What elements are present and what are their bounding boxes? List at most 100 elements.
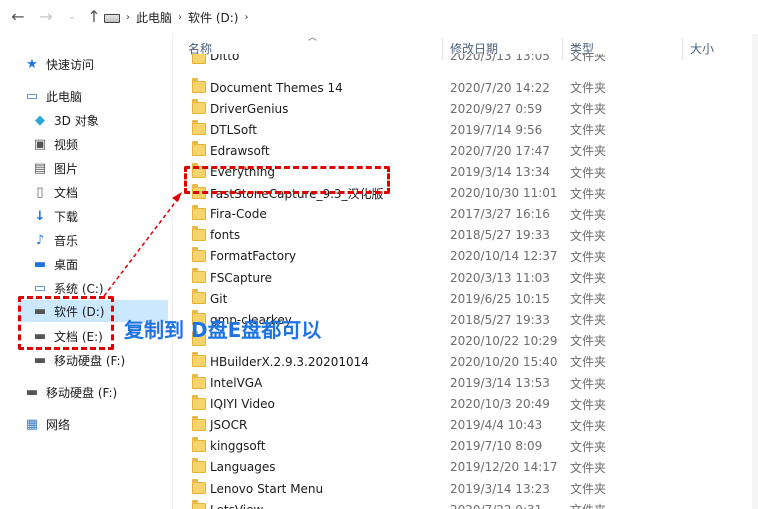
forward-arrow-icon[interactable]: → [36,6,56,26]
file-name: Ditto [210,54,240,63]
vertical-scrollbar[interactable] [752,34,758,509]
file-name: DriverGenius [210,101,289,116]
nav-label: 文档 [54,185,79,200]
file-type: 文件夹 [570,334,607,349]
table-row[interactable]: FSCapture 2020/3/13 11:03 文件夹 [176,267,758,288]
nav-removable-f-sub[interactable]: ▬ 移动硬盘 (F:) [32,349,125,371]
file-date: 2020/10/30 11:01 [450,186,558,201]
file-date: 2020/10/3 20:49 [450,397,550,412]
picture-icon: ▤ [33,160,47,176]
file-date: 2020/10/20 15:40 [450,354,558,369]
file-type: 文件夹 [570,482,607,496]
file-type: 文件夹 [570,292,607,307]
table-row[interactable]: kinggsoft 2019/7/10 8:09 文件夹 [176,436,758,457]
pane-divider[interactable] [172,34,173,509]
highlight-box-faststone [184,166,390,194]
file-name: DTLSoft [210,122,257,137]
nav-downloads[interactable]: ↓ 下载 [32,205,78,227]
nav-label: 音乐 [54,233,79,248]
nav-label: 视频 [54,137,79,152]
cube-icon: ◆ [35,112,45,128]
table-row[interactable]: fonts 2018/5/27 19:33 文件夹 [176,225,758,246]
file-date: 2019/3/14 13:23 [450,481,550,496]
file-name: FormatFactory [210,249,297,264]
drive-icon: ▬ [33,352,47,368]
back-arrow-icon[interactable]: ← [8,6,28,26]
breadcrumb-this-pc[interactable]: 此电脑 [136,9,172,26]
nav-quick-access[interactable]: ★ 快速访问 [24,53,94,75]
nav-video[interactable]: ▣ 视频 [32,133,78,155]
file-type: 文件夹 [570,81,607,96]
windows-drive-icon: ▭ [33,280,47,296]
nav-removable-f[interactable]: ▬ 移动硬盘 (F:) [24,381,117,403]
table-row[interactable]: Edrawsoft 2020/7/20 17:47 文件夹 [176,140,758,161]
table-row[interactable]: Git 2019/6/25 10:15 文件夹 [176,288,758,309]
file-date: 2020/9/27 0:59 [450,101,543,116]
folder-icon [192,289,206,305]
file-date: 2020/10/22 10:29 [450,333,558,348]
nav-this-pc[interactable]: ▭ 此电脑 [24,85,82,107]
folder-icon [192,500,206,509]
up-arrow-icon[interactable]: ↑ [84,6,104,26]
nav-label: 3D 对象 [54,113,99,128]
file-list: 名称 ︿ 修改日期 类型 大小 Ditto 2020/3/13 13:05 文件夹 D… [176,33,758,509]
nav-desktop[interactable]: ▬ 桌面 [32,253,78,275]
file-name: kinggsoft [210,439,266,454]
file-name: LetsView [210,499,263,509]
table-row[interactable]: IQIYI Video 2020/10/3 20:49 文件夹 [176,394,758,415]
table-row[interactable]: LetsView 2020/7/22 9:31 文件夹 [176,499,758,509]
table-row[interactable]: JSOCR 2019/4/4 10:43 文件夹 [176,415,758,436]
chevron-right-icon[interactable]: › [126,12,130,23]
nav-documents[interactable]: ▯ 文档 [32,181,78,203]
file-type: 文件夹 [570,123,607,138]
file-date: 2018/5/27 19:33 [450,228,550,243]
folder-icon [192,78,206,94]
folder-icon [192,141,206,157]
breadcrumb-drive-d[interactable]: 软件 (D:) [188,9,238,26]
highlight-box-drives [18,296,114,350]
table-row[interactable]: FormatFactory 2020/10/14 12:37 文件夹 [176,246,758,267]
file-name: IntelVGA [210,376,263,390]
file-date: 2019/6/25 10:15 [450,291,550,306]
table-row[interactable]: Document Themes 14 2020/7/20 14:22 文件夹 [176,77,758,98]
nav-label: 桌面 [54,257,79,272]
file-date: 2020/10/14 12:37 [450,249,558,264]
nav-3d-objects[interactable]: ◆ 3D 对象 [32,109,99,131]
nav-music[interactable]: ♪ 音乐 [32,229,78,251]
table-row[interactable]: Languages 2019/12/20 14:17 文件夹 [176,457,758,478]
file-type: 文件夹 [570,271,607,285]
table-row[interactable]: Fira-Code 2017/3/27 16:16 文件夹 [176,204,758,225]
table-row[interactable]: HBuilderX.2.9.3.20201014 2020/10/20 15:40… [176,351,758,372]
nav-label: 移动硬盘 (F:) [46,385,118,400]
chevron-right-icon[interactable]: › [244,12,248,23]
table-row[interactable]: Ditto 2020/3/13 13:05 文件夹 [176,54,758,68]
nav-pictures[interactable]: ▤ 图片 [32,157,78,179]
music-note-icon: ♪ [35,232,45,248]
file-name: fonts [210,228,241,243]
folder-icon [192,436,206,452]
table-row[interactable]: DriverGenius 2020/9/27 0:59 文件夹 [176,98,758,119]
computer-icon: ▭ [25,88,39,104]
nav-label: 图片 [54,161,79,176]
file-date: 2018/5/27 19:33 [450,312,550,327]
file-type: 文件夹 [570,54,607,63]
file-name: Git [210,291,228,306]
nav-label: 此电脑 [46,89,83,104]
file-name: HBuilderX.2.9.3.20201014 [210,354,369,369]
table-row[interactable]: DTLSoft 2019/7/14 9:56 文件夹 [176,119,758,140]
file-type: 文件夹 [570,165,607,180]
recent-dropdown-icon[interactable]: ⌄ [62,6,82,26]
table-row[interactable]: IntelVGA 2019/3/14 13:53 文件夹 [176,373,758,394]
file-type: 文件夹 [570,418,607,433]
nav-network[interactable]: ▦ 网络 [24,413,70,435]
document-icon: ▯ [36,184,44,200]
file-date: 2020/7/20 17:47 [450,143,550,158]
folder-icon [192,246,206,262]
chevron-right-icon[interactable]: › [178,12,182,23]
annotation-caption: 复制到 D盘E盘都可以 [124,318,322,342]
table-row[interactable]: Lenovo Start Menu 2019/3/14 13:23 文件夹 [176,478,758,499]
folder-icon [192,54,206,64]
file-name: Edrawsoft [210,143,270,158]
file-date: 2019/4/4 10:43 [450,418,543,433]
folder-icon [192,225,206,241]
